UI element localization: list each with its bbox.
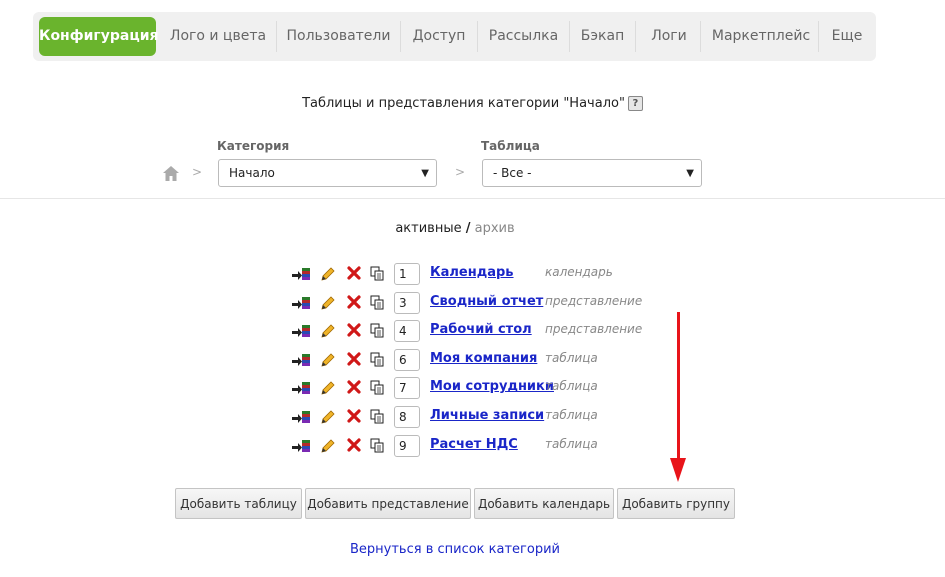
order-input[interactable]: 7 (394, 377, 420, 400)
page-title: Таблицы и представления категории "Начал… (0, 96, 945, 111)
move-to-archive-icon[interactable] (287, 323, 317, 339)
tab-divider (635, 21, 636, 52)
annotation-arrow-head (670, 458, 686, 482)
help-icon[interactable]: ? (627, 96, 643, 111)
tab-logs[interactable]: Логи (639, 17, 699, 56)
move-to-archive-icon[interactable] (287, 352, 317, 368)
breadcrumb-separator: > (192, 165, 203, 179)
table-type-label: таблица (545, 379, 598, 394)
table-name-link[interactable]: Расчет НДС (430, 437, 518, 452)
table-type-label: таблица (545, 408, 598, 422)
table-type-label: таблица (545, 436, 598, 451)
copy-icon[interactable] (370, 266, 384, 281)
section-divider (0, 198, 945, 199)
edit-pencil-icon[interactable] (320, 409, 336, 425)
chevron-down-icon: ▼ (421, 168, 429, 179)
category-select[interactable]: Начало ▼ (218, 159, 437, 187)
tab-divider (569, 21, 570, 52)
copy-icon[interactable] (370, 295, 384, 310)
add-calendar-button[interactable]: Добавить календарь (474, 488, 614, 519)
tab-users[interactable]: Пользователи (280, 17, 397, 56)
tab-divider (400, 21, 401, 52)
archive-filter-link[interactable]: архив (475, 221, 515, 236)
edit-pencil-icon[interactable] (320, 438, 336, 454)
edit-pencil-icon[interactable] (320, 266, 336, 282)
breadcrumb-separator: > (455, 165, 466, 179)
add-table-button[interactable]: Добавить таблицу (175, 488, 302, 519)
copy-icon[interactable] (370, 323, 384, 338)
tab-divider (477, 21, 478, 52)
order-input[interactable]: 4 (394, 320, 420, 343)
home-icon[interactable] (163, 166, 179, 181)
move-to-archive-icon[interactable] (287, 295, 317, 311)
table-name-link[interactable]: Личные записи (430, 408, 544, 423)
category-select-value: Начало (229, 166, 275, 180)
tab-more[interactable]: Еще (822, 17, 872, 56)
tab-mailing[interactable]: Рассылка (481, 17, 566, 56)
top-navigation: Конфигурация Лого и цвета Пользователи Д… (33, 12, 876, 61)
delete-x-icon[interactable] (347, 380, 361, 394)
tab-divider (700, 21, 701, 52)
annotation-arrow-shaft (677, 312, 680, 462)
copy-icon[interactable] (370, 380, 384, 395)
tab-access[interactable]: Доступ (404, 17, 474, 56)
edit-pencil-icon[interactable] (320, 295, 336, 311)
order-input[interactable]: 6 (394, 348, 420, 371)
table-label: Таблица (481, 139, 540, 153)
active-filter-link[interactable]: активные (395, 221, 461, 236)
delete-x-icon[interactable] (347, 323, 361, 337)
copy-icon[interactable] (370, 409, 384, 424)
move-to-archive-icon[interactable] (287, 380, 317, 396)
copy-icon[interactable] (370, 438, 384, 453)
table-name-link[interactable]: Сводный отчет (430, 294, 543, 309)
tab-logo-colors[interactable]: Лого и цвета (163, 17, 273, 56)
chevron-down-icon: ▼ (686, 168, 694, 179)
order-input[interactable]: 8 (394, 406, 420, 428)
delete-x-icon[interactable] (347, 437, 361, 452)
table-type-label: представление (545, 293, 643, 308)
tab-configuration[interactable]: Конфигурация (39, 17, 159, 56)
delete-x-icon[interactable] (347, 294, 361, 309)
table-type-label: таблица (545, 350, 598, 365)
add-group-button[interactable]: Добавить группу (617, 488, 735, 519)
table-select-value: - Все - (493, 166, 532, 180)
order-input[interactable]: 3 (394, 291, 420, 314)
order-input[interactable]: 1 (394, 263, 420, 285)
add-view-button[interactable]: Добавить представление (305, 488, 471, 519)
table-name-link[interactable]: Календарь (430, 265, 514, 280)
edit-pencil-icon[interactable] (320, 323, 336, 339)
page-title-text: Таблицы и представления категории "Начал… (302, 96, 625, 111)
move-to-archive-icon[interactable] (287, 438, 317, 454)
move-to-archive-icon[interactable] (287, 266, 317, 282)
view-toggle: активные / архив (0, 221, 910, 236)
copy-icon[interactable] (370, 352, 384, 367)
edit-pencil-icon[interactable] (320, 380, 336, 396)
order-input[interactable]: 9 (394, 434, 420, 457)
tab-backup[interactable]: Бэкап (573, 17, 632, 56)
table-type-label: представление (545, 322, 643, 337)
delete-x-icon[interactable] (347, 409, 361, 423)
table-select[interactable]: - Все - ▼ (482, 159, 702, 187)
delete-x-icon[interactable] (347, 352, 361, 366)
delete-x-icon[interactable] (347, 266, 361, 280)
table-name-link[interactable]: Моя компания (430, 351, 537, 366)
category-label: Категория (217, 139, 290, 153)
toggle-slash: / (465, 221, 471, 236)
tab-marketplace[interactable]: Маркетплейс (704, 17, 818, 56)
tab-divider (276, 21, 277, 52)
back-to-categories-link[interactable]: Вернуться в список категорий (0, 542, 910, 557)
tab-divider (818, 21, 819, 52)
table-name-link[interactable]: Мои сотрудники (430, 379, 554, 394)
edit-pencil-icon[interactable] (320, 352, 336, 368)
table-type-label: календарь (545, 265, 613, 279)
table-name-link[interactable]: Рабочий стол (430, 322, 532, 337)
move-to-archive-icon[interactable] (287, 409, 317, 425)
